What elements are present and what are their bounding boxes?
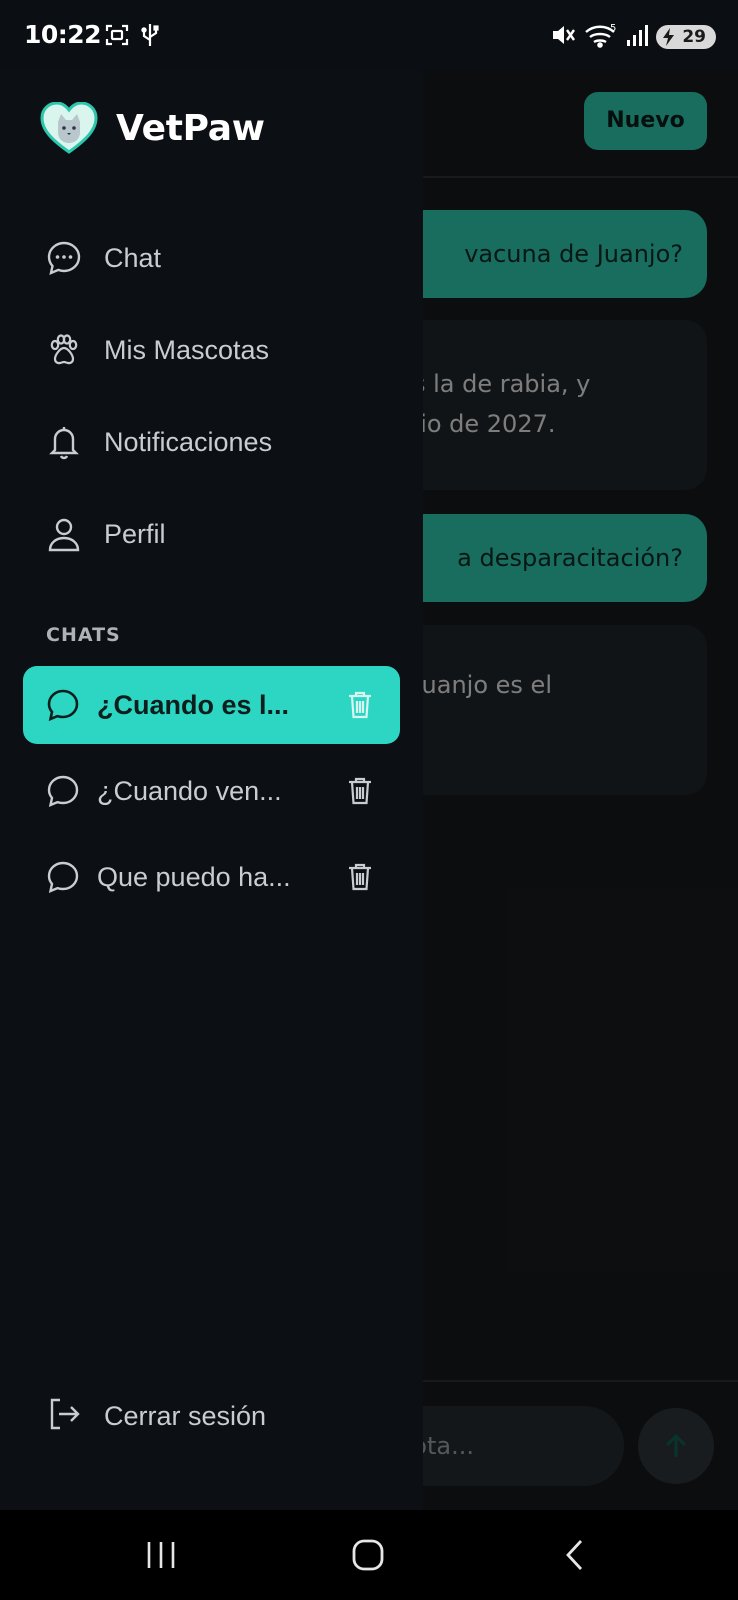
charging-icon: [663, 28, 675, 46]
app-name: VetPaw: [116, 107, 265, 149]
nav-item-mis-mascotas[interactable]: Mis Mascotas: [46, 320, 269, 380]
battery-indicator: 29: [656, 25, 716, 49]
logout-icon: [46, 1396, 82, 1436]
paw-icon: [46, 332, 82, 368]
recent-apps-button[interactable]: [136, 1532, 186, 1578]
mute-icon: [550, 22, 576, 52]
chat-list-item[interactable]: Que puedo ha...: [23, 838, 400, 916]
nav-label: Chat: [104, 242, 162, 273]
battery-level: 29: [682, 27, 706, 47]
user-icon: [46, 516, 82, 552]
chat-bubble-dots-icon: [46, 240, 82, 276]
nav-item-chat[interactable]: Chat: [46, 228, 161, 288]
chat-list-item[interactable]: ¿Cuando ven...: [23, 752, 400, 830]
trash-icon: [349, 777, 371, 805]
logout-label: Cerrar sesión: [104, 1400, 267, 1431]
status-bar: 10:22 5 29: [0, 0, 738, 70]
nav-label: Mis Mascotas: [104, 334, 270, 365]
back-chevron-icon: [566, 1540, 583, 1570]
back-button[interactable]: [550, 1532, 600, 1578]
nav-label: Perfil: [104, 518, 166, 549]
trash-icon: [349, 863, 371, 891]
heart-cat-logo-icon: [40, 102, 98, 154]
screenshot-icon: [104, 22, 130, 52]
nav-item-perfil[interactable]: Perfil: [46, 504, 166, 564]
network-badge: 5: [610, 23, 616, 34]
bell-icon: [46, 424, 82, 460]
home-button[interactable]: [343, 1532, 393, 1578]
delete-chat-button[interactable]: [344, 859, 376, 895]
home-icon: [352, 1539, 384, 1571]
nav-label: Notificaciones: [104, 426, 273, 457]
trash-icon: [349, 691, 371, 719]
chat-title: ¿Cuando ven...: [97, 775, 282, 806]
delete-chat-button[interactable]: [344, 687, 376, 723]
wifi-icon: 5: [584, 22, 618, 52]
navigation-drawer: VetPaw Chat Mis Mascotas Notificaciones: [0, 70, 423, 1510]
signal-icon: [626, 23, 649, 51]
recent-apps-icon: [147, 1542, 175, 1568]
brand: VetPaw: [40, 102, 265, 154]
chat-bubble-icon: [45, 687, 81, 723]
chat-bubble-icon: [45, 773, 81, 809]
chat-title: Que puedo ha...: [97, 861, 291, 892]
chat-bubble-icon: [45, 859, 81, 895]
chat-title: ¿Cuando es l...: [97, 689, 290, 720]
logout-button[interactable]: Cerrar sesión: [46, 1386, 266, 1446]
system-navigation-bar: [0, 1510, 738, 1600]
chats-section-label: CHATS: [46, 624, 121, 646]
usb-icon: [140, 22, 160, 52]
chat-list-item[interactable]: ¿Cuando es l...: [23, 666, 400, 744]
nav-item-notificaciones[interactable]: Notificaciones: [46, 412, 272, 472]
delete-chat-button[interactable]: [344, 773, 376, 809]
status-time: 10:22: [24, 20, 102, 49]
